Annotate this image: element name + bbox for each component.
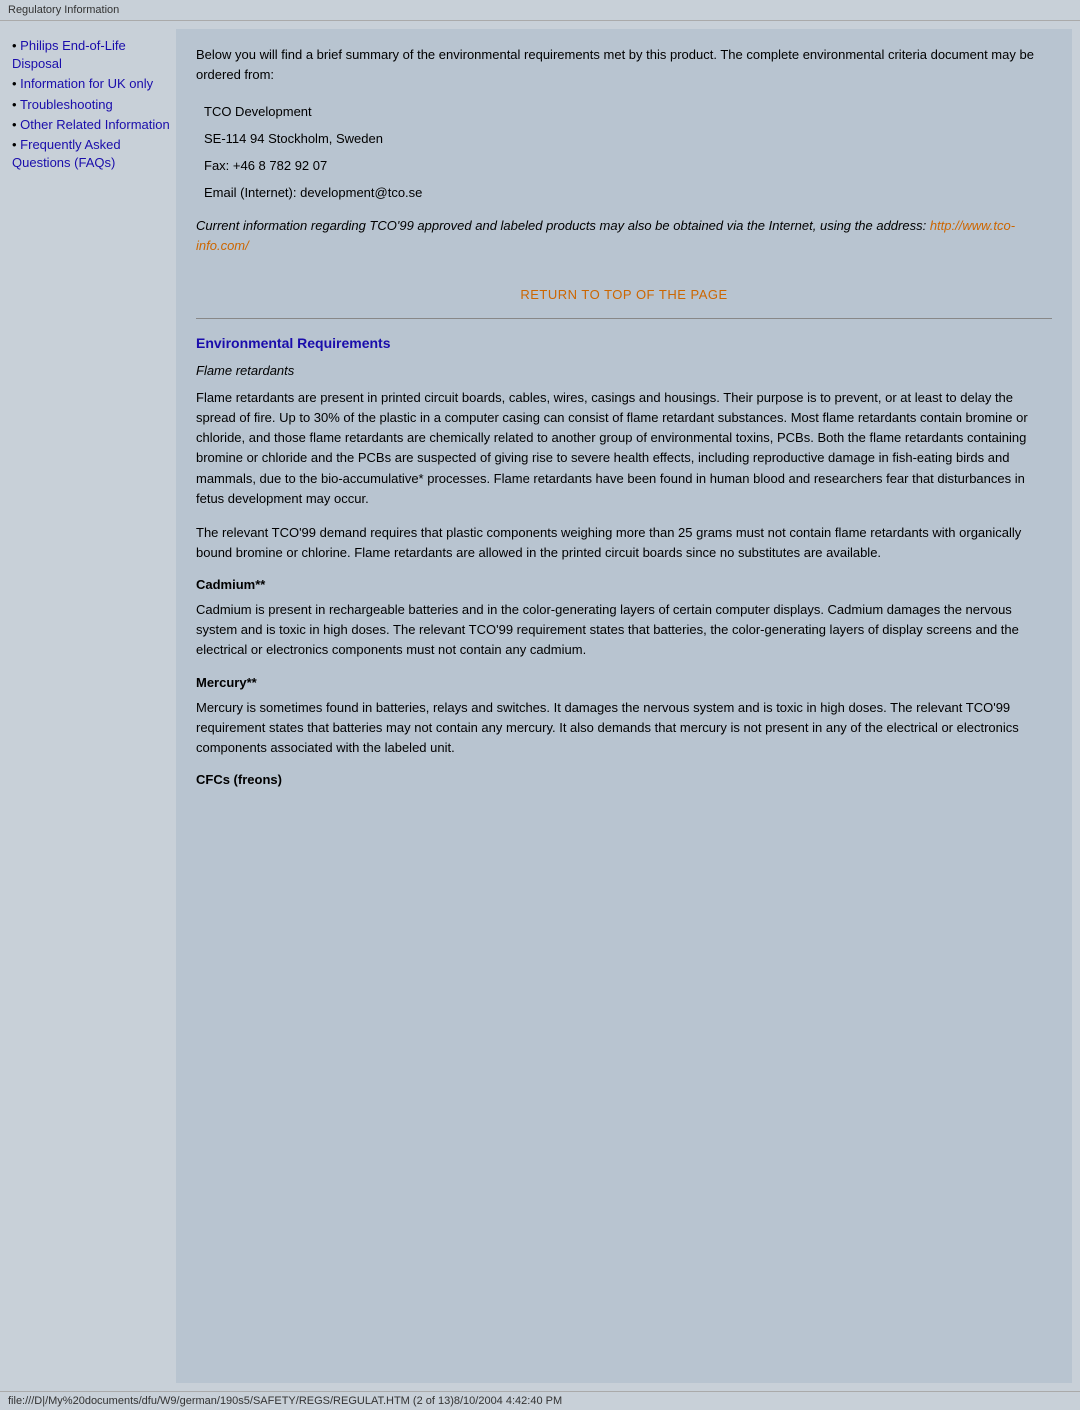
mercury-para: Mercury is sometimes found in batteries,…	[196, 698, 1052, 758]
env-requirements-section: Environmental Requirements Flame retarda…	[196, 335, 1052, 787]
main-content: Below you will find a brief summary of t…	[176, 29, 1072, 1383]
address-line1: TCO Development	[196, 100, 1052, 123]
email-address: Email (Internet): development@tco.se	[204, 185, 422, 200]
status-bar: file:///D|/My%20documents/dfu/W9/german/…	[0, 1391, 1080, 1410]
return-to-top-section: RETURN TO TOP OF THE PAGE	[196, 287, 1052, 302]
return-to-top-link[interactable]: RETURN TO TOP OF THE PAGE	[520, 287, 727, 302]
tco-development: TCO Development	[204, 104, 312, 119]
cfcs-heading: CFCs (freons)	[196, 772, 1052, 787]
flame-para1: Flame retardants are present in printed …	[196, 388, 1052, 509]
fax-number: Fax: +46 8 782 92 07	[204, 158, 327, 173]
address-line4: Email (Internet): development@tco.se	[196, 181, 1052, 204]
sidebar: Philips End-of-Life Disposal Information…	[8, 29, 176, 1383]
nav-item-faqs: Frequently Asked Questions (FAQs)	[12, 136, 172, 172]
nav-item-other: Other Related Information	[12, 116, 172, 134]
nav-item-troubleshooting: Troubleshooting	[12, 96, 172, 114]
title-text: Regulatory Information	[8, 4, 119, 16]
nav-link-other[interactable]: Other Related Information	[20, 117, 170, 132]
cadmium-para: Cadmium is present in rechargeable batte…	[196, 600, 1052, 660]
flame-para2: The relevant TCO'99 demand requires that…	[196, 523, 1052, 563]
nav-link-philips[interactable]: Philips End-of-Life Disposal	[12, 38, 126, 71]
nav-list: Philips End-of-Life Disposal Information…	[12, 37, 172, 172]
title-bar: Regulatory Information	[0, 0, 1080, 21]
main-layout: Philips End-of-Life Disposal Information…	[0, 21, 1080, 1391]
address-line3: Fax: +46 8 782 92 07	[196, 154, 1052, 177]
cadmium-heading: Cadmium**	[196, 577, 1052, 592]
section-divider	[196, 318, 1052, 319]
italic-note-text1: Current information regarding TCO'99 app…	[196, 218, 930, 233]
address-line2: SE-114 94 Stockholm, Sweden	[196, 127, 1052, 150]
italic-note: Current information regarding TCO'99 app…	[196, 216, 1052, 255]
stockholm-address: SE-114 94 Stockholm, Sweden	[204, 131, 383, 146]
nav-link-uk[interactable]: Information for UK only	[20, 76, 153, 91]
nav-item-uk: Information for UK only	[12, 75, 172, 93]
mercury-heading: Mercury**	[196, 675, 1052, 690]
nav-item-philips: Philips End-of-Life Disposal	[12, 37, 172, 73]
nav-link-troubleshooting[interactable]: Troubleshooting	[20, 97, 113, 112]
intro-paragraph: Below you will find a brief summary of t…	[196, 45, 1052, 84]
nav-link-faqs[interactable]: Frequently Asked Questions (FAQs)	[12, 137, 121, 170]
env-section-title: Environmental Requirements	[196, 335, 1052, 351]
flame-subtitle: Flame retardants	[196, 363, 1052, 378]
